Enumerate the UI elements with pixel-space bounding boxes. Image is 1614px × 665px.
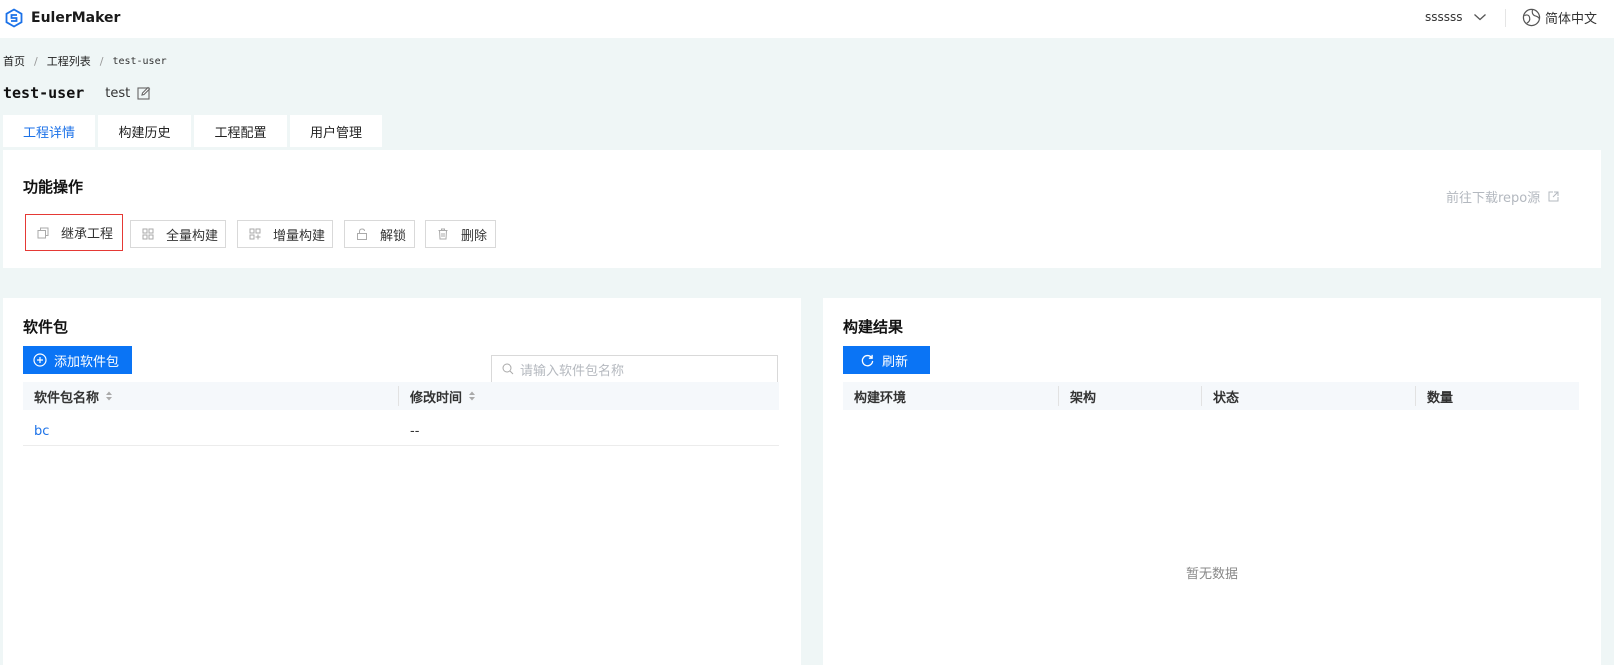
column-package-name-label: 软件包名称: [34, 390, 100, 406]
packages-table-header: 软件包名称 修改时间: [23, 382, 779, 410]
project-header: test-user test: [3, 84, 151, 102]
column-package-name[interactable]: 软件包名称: [23, 382, 399, 410]
tab-project-details[interactable]: 工程详情: [3, 115, 95, 147]
empty-state-text: 暂无数据: [1185, 567, 1238, 582]
column-arch: 架构: [1059, 382, 1202, 410]
table-row: bc --: [23, 418, 779, 446]
tab-build-history[interactable]: 构建历史: [98, 115, 191, 147]
unlock-button[interactable]: 解锁: [344, 220, 415, 248]
breadcrumb-project-list[interactable]: 工程列表: [47, 53, 91, 69]
sort-icon[interactable]: [468, 390, 476, 402]
results-table-header: 构建环境 架构 状态 数量: [843, 382, 1579, 410]
package-modified-time: --: [410, 424, 420, 439]
refresh-icon: [861, 354, 874, 366]
project-tabs: 工程详情 构建历史 工程配置 用户管理: [3, 115, 385, 147]
build-results-card: 构建结果 刷新 构建环境 架构 状态 数量 暂无数据: [823, 298, 1601, 665]
column-build-env-label: 构建环境: [854, 390, 907, 406]
header-divider: [1505, 9, 1506, 27]
project-name: test-user: [3, 84, 85, 102]
globe-icon: [1522, 8, 1541, 27]
grid-plus-icon: [249, 228, 261, 240]
app-name: EulerMaker: [31, 10, 121, 26]
column-modified-time[interactable]: 修改时间: [399, 382, 779, 410]
incremental-build-label: 增量构建: [273, 228, 326, 244]
inherit-project-label: 继承工程: [61, 227, 114, 242]
tab-project-config[interactable]: 工程配置: [194, 115, 287, 147]
build-results-title: 构建结果: [843, 318, 904, 336]
trash-icon: [438, 228, 448, 240]
copy-icon: [37, 227, 49, 238]
username: ssssss: [1425, 10, 1463, 24]
column-count-label: 数量: [1427, 390, 1454, 406]
breadcrumb-home[interactable]: 首页: [3, 53, 25, 69]
download-repo-label: 前往下载repo源: [1446, 191, 1541, 206]
column-status-label: 状态: [1213, 390, 1240, 406]
chevron-down-icon: [1473, 14, 1486, 21]
add-package-button[interactable]: 添加软件包: [23, 346, 132, 374]
unlock-icon: [357, 228, 367, 240]
packages-title: 软件包: [23, 318, 69, 336]
external-link-icon: [1548, 191, 1559, 202]
add-package-label: 添加软件包: [54, 354, 120, 370]
language-switcher[interactable]: 简体中文: [1522, 8, 1597, 27]
full-build-label: 全量构建: [166, 228, 219, 244]
package-name-link[interactable]: bc: [23, 424, 399, 439]
package-search-input[interactable]: 请输入软件包名称: [491, 355, 778, 383]
grid-icon: [142, 228, 154, 240]
breadcrumb-current: test-user: [112, 55, 167, 67]
inherit-project-button[interactable]: 继承工程: [25, 214, 123, 251]
search-placeholder: 请输入软件包名称: [520, 363, 625, 379]
column-count: 数量: [1416, 382, 1579, 410]
breadcrumb-separator: /: [34, 54, 38, 68]
delete-button[interactable]: 删除: [425, 220, 496, 248]
sort-icon[interactable]: [105, 390, 113, 402]
operations-card: 功能操作 前往下载repo源 继承工程 全量构建 增量构建 解锁 删除: [3, 150, 1601, 268]
column-arch-label: 架构: [1070, 390, 1097, 406]
column-modified-time-label: 修改时间: [410, 390, 463, 406]
unlock-label: 解锁: [380, 228, 407, 244]
refresh-button[interactable]: 刷新: [843, 346, 930, 374]
app-logo[interactable]: EulerMaker: [4, 8, 120, 28]
column-status: 状态: [1202, 382, 1416, 410]
delete-label: 删除: [461, 228, 488, 244]
full-build-button[interactable]: 全量构建: [130, 220, 226, 248]
project-description: test: [105, 85, 131, 101]
edit-icon[interactable]: [137, 86, 151, 100]
language-label: 简体中文: [1545, 12, 1598, 27]
plus-circle-icon: [33, 353, 47, 367]
eulermaker-logo-icon: [5, 8, 23, 28]
packages-card: 软件包 添加软件包 请输入软件包名称 软件包名称 修改时间 bc --: [3, 298, 801, 665]
top-bar: EulerMaker ssssss 简体中文: [0, 0, 1614, 38]
breadcrumb: 首页 / 工程列表 / test-user: [3, 53, 167, 69]
download-repo-link[interactable]: 前往下载repo源: [1446, 187, 1559, 206]
tab-user-management[interactable]: 用户管理: [290, 115, 382, 147]
search-icon: [502, 363, 514, 375]
refresh-label: 刷新: [882, 354, 909, 370]
operations-title: 功能操作: [23, 178, 84, 196]
column-build-env: 构建环境: [843, 382, 1059, 410]
incremental-build-button[interactable]: 增量构建: [237, 220, 333, 248]
breadcrumb-separator: /: [99, 54, 104, 68]
user-menu[interactable]: ssssss: [1425, 10, 1487, 24]
